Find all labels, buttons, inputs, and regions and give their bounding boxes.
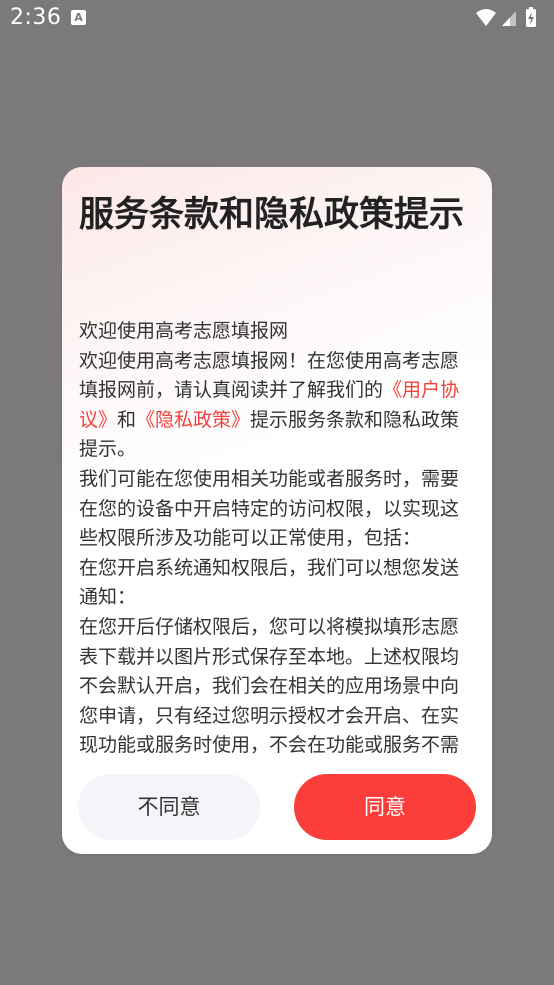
notification-icon-letter: A xyxy=(74,11,83,24)
wifi-icon xyxy=(476,9,496,26)
status-bar: 2:36 A xyxy=(0,0,554,38)
notification-permission-paragraph: 在您开启系统通知权限后，我们可以想您发送通知： xyxy=(79,556,460,609)
consent-text-and: 和 xyxy=(117,408,137,431)
dialog-title: 服务条款和隐私政策提示 xyxy=(79,195,465,235)
permissions-paragraph: 我们可能在您使用相关功能或者服务时，需要在您的设备中开启特定的访问权限，以实现这… xyxy=(79,467,460,550)
status-icons xyxy=(474,6,544,32)
storage-permission-paragraph: 在您开后仔储权限后，您可以将模拟填形志愿表下载并以图片形式保存至本地。上述权限均… xyxy=(79,615,460,754)
notification-icon: A xyxy=(71,10,86,25)
terms-dialog: 服务条款和隐私政策提示 欢迎使用高考志愿填报网 欢迎使用高考志愿填报网！在您使用… xyxy=(62,167,492,854)
status-time: 2:36 xyxy=(10,5,62,30)
disagree-button[interactable]: 不同意 xyxy=(78,774,260,840)
agree-button[interactable]: 同意 xyxy=(294,774,476,840)
consent-paragraph: 欢迎使用高考志愿填报网！在您使用高考志愿填报网前，请认真阅读并了解我们的《用户协… xyxy=(79,347,476,465)
signal-icon xyxy=(502,11,516,26)
intro-text: 欢迎使用高考志愿填报网 xyxy=(79,320,289,342)
battery-charging-icon xyxy=(526,7,536,27)
privacy-policy-link[interactable]: 《隐私政策》 xyxy=(136,409,250,431)
dialog-body[interactable]: 欢迎使用高考志愿填报网 欢迎使用高考志愿填报网！在您使用高考志愿填报网前，请认真… xyxy=(79,317,476,754)
